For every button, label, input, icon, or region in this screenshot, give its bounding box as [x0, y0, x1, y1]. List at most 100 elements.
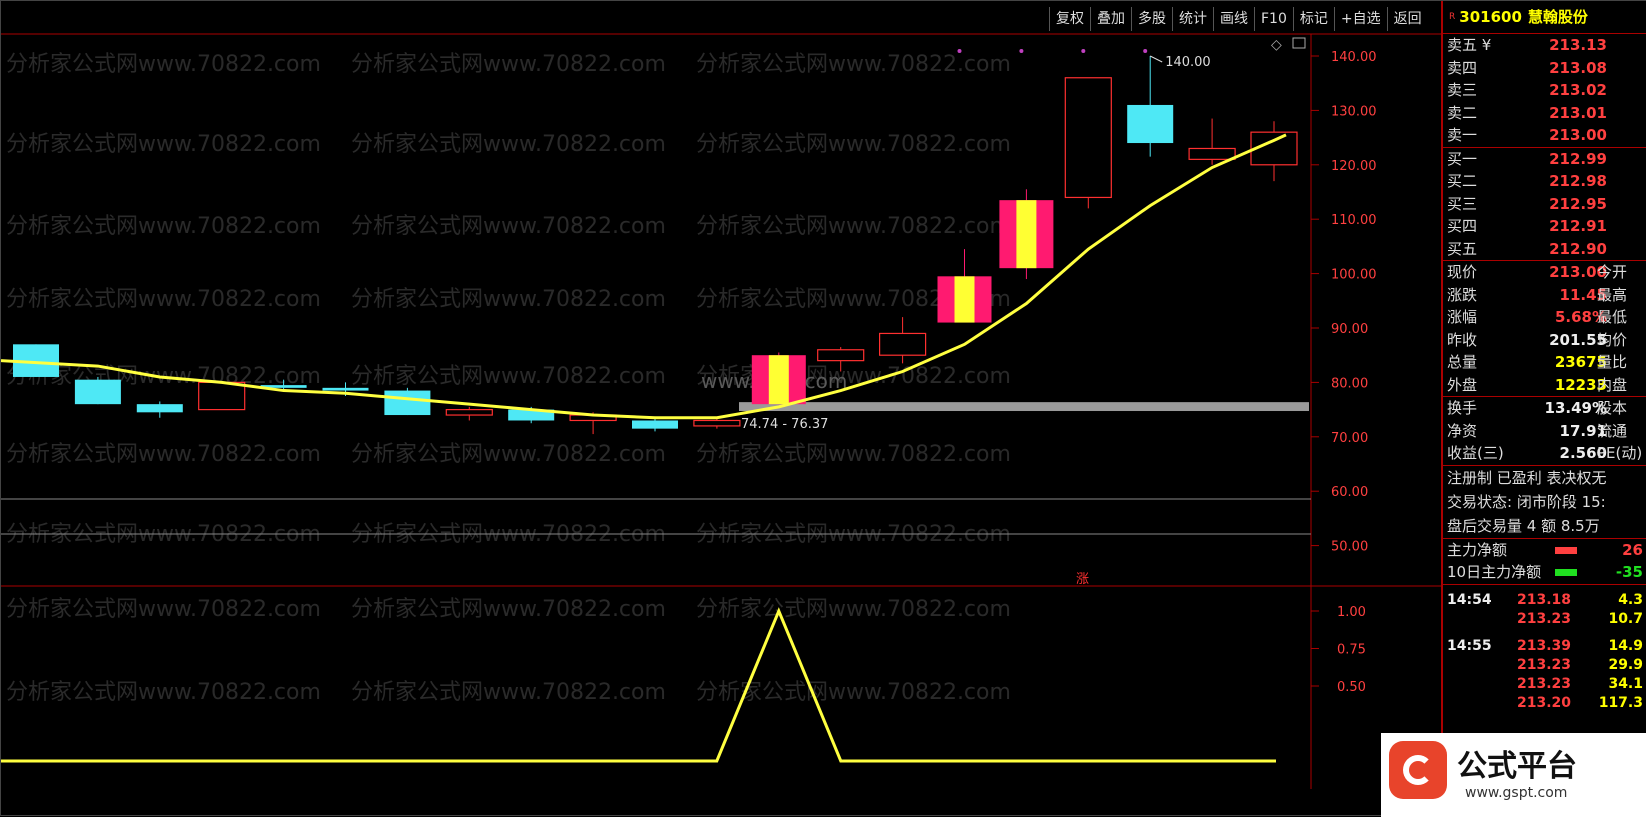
- main-flow: 主力净额 26 10日主力净额 -35: [1443, 539, 1646, 584]
- watermark-text: 分析家公式网www.70822.com: [351, 52, 666, 77]
- toolbar-button-2[interactable]: 多股: [1131, 7, 1172, 31]
- watermark-text: 分析家公式网www.70822.com: [351, 442, 666, 467]
- toolbar-button-4[interactable]: 画线: [1213, 7, 1254, 31]
- watermark-text: 分析家公式网www.70822.com: [351, 680, 666, 705]
- y-tick-label: 80.00: [1331, 376, 1368, 391]
- ask-level-1: 卖一 213.00: [1443, 124, 1646, 147]
- fund-row: 收益(三) 2.560 PE(动): [1443, 442, 1646, 465]
- quote-panel: R 301600 慧翰股份 卖五 ¥ 213.13 卖四 213.08 卖三 213.02 卖二…: [1441, 1, 1646, 817]
- toolbar-button-5[interactable]: F10: [1254, 7, 1293, 31]
- stat-label: 总量: [1447, 353, 1478, 371]
- tick-price: 213.39: [1517, 637, 1572, 654]
- bid-price: 212.90: [1549, 239, 1607, 258]
- stat-row: 涨幅 5.68% 最低: [1443, 306, 1646, 329]
- watermark-text: 分析家公式网www.70822.com: [351, 287, 666, 312]
- toolbar-button-7[interactable]: +自选: [1333, 7, 1387, 31]
- tick-volume: 14.9: [1608, 637, 1643, 654]
- watermark-text: 分析家公式网www.70822.com: [696, 214, 1011, 239]
- watermark-text: 分析家公式网www.70822.com: [351, 597, 666, 622]
- candle-body: [817, 349, 865, 362]
- logo: 公式平台 www.gspt.com: [1381, 733, 1646, 817]
- stat-label-2: 最低: [1597, 308, 1628, 326]
- bid-label: 买一: [1447, 149, 1478, 168]
- signal-dot: [1019, 49, 1024, 53]
- toolbar-button-0[interactable]: 复权: [1049, 7, 1090, 31]
- stat-label-2: 内盘: [1597, 375, 1628, 394]
- stat-row: 昨收 201.55 均价: [1443, 329, 1646, 352]
- stat-label: 昨收: [1447, 330, 1478, 349]
- toolbar-button-8[interactable]: 返回: [1386, 7, 1428, 31]
- y-tick-label: 70.00: [1331, 431, 1368, 446]
- flow-row: 10日主力净额 -35: [1443, 561, 1646, 584]
- info-line: 盘后交易量 4 额 8.5万: [1447, 516, 1600, 535]
- bid-price: 212.95: [1549, 194, 1607, 213]
- stat-label-2: 今开: [1597, 263, 1628, 281]
- candle-body: [1064, 77, 1112, 199]
- watermark-text: 分析家公式网www.70822.com: [696, 132, 1011, 157]
- signal-dot: [1081, 49, 1086, 53]
- tick-volume: 29.9: [1608, 656, 1643, 673]
- candle-body: [445, 409, 493, 416]
- ask-label: 卖四: [1447, 58, 1478, 77]
- ask-price: 213.08: [1549, 58, 1607, 77]
- stat-label-2: 最高: [1597, 285, 1628, 304]
- candle-body: [878, 332, 927, 356]
- stat-row: 涨跌 11.45 最高: [1443, 284, 1646, 307]
- stat-label: 现价: [1447, 263, 1478, 281]
- signal-dot: [1143, 49, 1148, 53]
- ask-label: 卖五 ¥: [1447, 36, 1492, 54]
- flow-label: 主力净额: [1447, 540, 1508, 559]
- fund-row: 换手 13.49% 股本: [1443, 397, 1646, 420]
- toolbar-button-3[interactable]: 统计: [1172, 7, 1213, 31]
- flow-row: 主力净额 26: [1443, 539, 1646, 562]
- candle-body: [384, 390, 431, 416]
- stock-name: 慧翰股份: [1527, 8, 1588, 26]
- toolbar-button-6[interactable]: 标记: [1292, 7, 1334, 31]
- candle-inner: [954, 276, 975, 323]
- bid-levels: 买一 212.99 买二 212.98 买三 212.95 买四 212.91 买五 212.90: [1443, 148, 1646, 261]
- candle-body: [136, 404, 183, 413]
- watermark-text: 分析家公式网www.70822.com: [6, 597, 321, 622]
- watermark-text: 分析家公式网www.70822.com: [351, 132, 666, 157]
- watermark-text: 分析家公式网www.70822.com: [696, 52, 1011, 77]
- bid-price: 212.91: [1549, 217, 1607, 235]
- candle-body: [693, 419, 741, 427]
- stat-row: 现价 213.00 今开: [1443, 261, 1646, 284]
- tick-price: 213.23: [1517, 675, 1572, 692]
- market-marker: R: [1449, 12, 1456, 22]
- stock-code: 301600: [1459, 8, 1522, 26]
- fundamental-stats: 换手 13.49% 股本 净资 17.91 流通 收益(三) 2.560 PE(动): [1443, 397, 1646, 465]
- chart-area[interactable]: 分析家公式网www.70822.com 分析家公式网www.70822.com 分析…: [1, 1, 1646, 817]
- tick-time: 14:55: [1447, 637, 1492, 654]
- candle-body: [74, 379, 121, 405]
- bid-level-3: 买三 212.95: [1443, 193, 1646, 216]
- bid-label: 买二: [1447, 172, 1478, 190]
- watermark-text: 分析家公式网www.70822.com: [6, 132, 321, 157]
- candle-body: [1188, 147, 1236, 160]
- ask-level-5: 卖五 ¥ 213.13: [1443, 34, 1646, 57]
- app-window: 分析家公式网www.70822.com 分析家公式网www.70822.com 分析…: [0, 0, 1646, 817]
- chart-toolbar: 复权 叠加 多股 统计 画线 F10 标记 +自选 返回: [1049, 7, 1428, 33]
- stat-row: 外盘 12233 内盘: [1443, 374, 1646, 397]
- price-stats: 现价 213.00 今开 涨跌 11.45 最高 涨幅 5.68% 最低 昨收 201.55 均价 总量…: [1443, 261, 1646, 396]
- y-tick-label: 60.00: [1331, 485, 1368, 500]
- fund-label-2: 股本: [1597, 399, 1628, 417]
- y-axis-labels: 140.00 130.00 120.00 110.00 100.00 90.00 80.00…: [1311, 50, 1377, 555]
- y-tick-label: 140.00: [1331, 50, 1377, 65]
- flow-bar: [1555, 546, 1577, 554]
- logo-url: www.gspt.com: [1465, 785, 1568, 801]
- stat-row: 总量 23675 量比: [1443, 351, 1646, 374]
- toolbar-button-1[interactable]: 叠加: [1090, 7, 1131, 31]
- fund-row: 净资 17.91 流通: [1443, 420, 1646, 443]
- candle-body: [198, 381, 246, 411]
- stock-header[interactable]: R 301600 慧翰股份: [1443, 1, 1646, 34]
- ask-label: 卖一: [1447, 126, 1478, 144]
- bid-price: 212.98: [1549, 172, 1607, 190]
- price-band: [739, 402, 1309, 412]
- osc-tick-label: 1.00: [1337, 605, 1366, 620]
- ask-level-3: 卖三 213.02: [1443, 79, 1646, 102]
- y-tick-label: 120.00: [1331, 159, 1377, 174]
- candle-inner: [768, 355, 789, 405]
- tick-volume: 4.3: [1618, 591, 1643, 608]
- tick-volume: 10.7: [1608, 610, 1643, 627]
